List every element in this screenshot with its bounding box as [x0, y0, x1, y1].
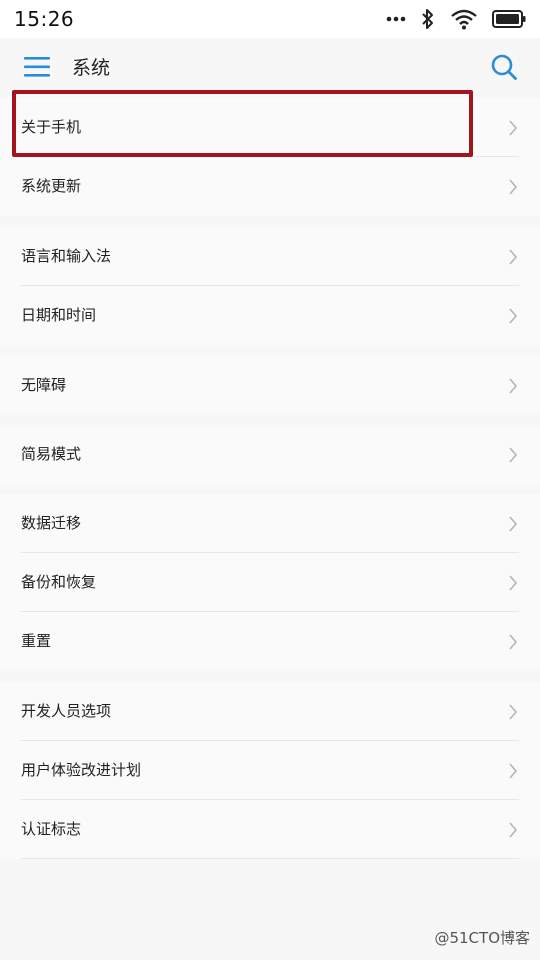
settings-item-label: 语言和输入法 [21, 247, 112, 265]
settings-item-system-update[interactable]: 系统更新 [0, 157, 540, 216]
settings-group-2: 语言和输入法 日期和时间 [0, 227, 540, 345]
settings-group-5: 数据迁移 备份和恢复 重置 [0, 494, 540, 671]
status-bar: 15:26 [0, 0, 540, 38]
battery-icon [492, 9, 526, 29]
settings-item-label: 备份和恢复 [21, 573, 97, 591]
settings-item-data-migration[interactable]: 数据迁移 [0, 494, 540, 553]
settings-group-4: 简易模式 [0, 425, 540, 484]
chevron-right-icon [509, 516, 518, 532]
settings-group-1: 关于手机 系统更新 [0, 98, 540, 216]
chevron-right-icon [509, 308, 518, 324]
settings-item-label: 简易模式 [21, 445, 82, 463]
settings-group-6: 开发人员选项 用户体验改进计划 认证标志 [0, 682, 540, 859]
chevron-right-icon [509, 179, 518, 195]
settings-item-label: 认证标志 [21, 820, 82, 838]
settings-item-label: 日期和时间 [21, 306, 97, 324]
settings-item-certification[interactable]: 认证标志 [0, 800, 540, 859]
more-dots-icon [386, 16, 406, 22]
settings-item-simple-mode[interactable]: 简易模式 [0, 425, 540, 484]
settings-item-label: 开发人员选项 [21, 702, 112, 720]
settings-item-backup-restore[interactable]: 备份和恢复 [0, 553, 540, 612]
search-icon [491, 54, 517, 80]
chevron-right-icon [509, 575, 518, 591]
settings-item-label: 无障碍 [21, 376, 67, 394]
page-title: 系统 [72, 57, 111, 79]
search-button[interactable] [490, 53, 518, 81]
chevron-right-icon [509, 634, 518, 650]
chevron-right-icon [509, 120, 518, 136]
settings-item-reset[interactable]: 重置 [0, 612, 540, 671]
settings-item-date-time[interactable]: 日期和时间 [0, 286, 540, 345]
settings-item-label: 关于手机 [21, 118, 82, 136]
menu-icon [24, 57, 50, 77]
wifi-icon [450, 8, 478, 30]
divider [21, 858, 519, 859]
status-time: 15:26 [14, 7, 75, 31]
settings-item-accessibility[interactable]: 无障碍 [0, 356, 540, 415]
screen: 15:26 系统 关于手机 系统更新 语言和输入法 日期和时间 无障碍 简易模式… [0, 0, 540, 960]
settings-item-label: 系统更新 [21, 177, 82, 195]
chevron-right-icon [509, 704, 518, 720]
chevron-right-icon [509, 378, 518, 394]
bluetooth-icon [420, 8, 436, 30]
settings-item-label: 数据迁移 [21, 514, 82, 532]
settings-item-label: 重置 [21, 632, 52, 650]
chevron-right-icon [509, 763, 518, 779]
menu-button[interactable] [24, 56, 50, 78]
settings-item-developer-options[interactable]: 开发人员选项 [0, 682, 540, 741]
settings-item-label: 用户体验改进计划 [21, 761, 142, 779]
settings-item-user-experience[interactable]: 用户体验改进计划 [0, 741, 540, 800]
chevron-right-icon [509, 447, 518, 463]
chevron-right-icon [509, 822, 518, 838]
settings-item-about-phone[interactable]: 关于手机 [0, 98, 540, 157]
status-icons [386, 8, 526, 30]
settings-item-language-input[interactable]: 语言和输入法 [0, 227, 540, 286]
chevron-right-icon [509, 249, 518, 265]
app-bar: 系统 [0, 38, 540, 94]
watermark: @51CTO博客 [434, 929, 530, 947]
settings-group-3: 无障碍 [0, 356, 540, 415]
